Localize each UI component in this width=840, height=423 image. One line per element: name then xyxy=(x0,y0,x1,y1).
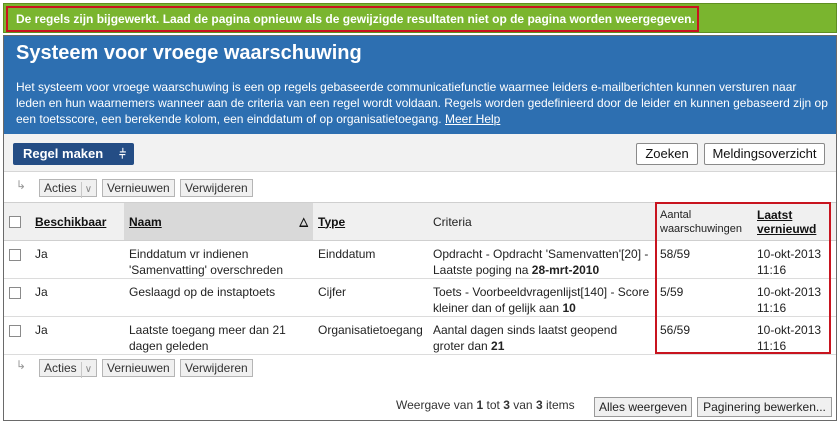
update-notice-bar: De regels zijn bijgewerkt. Laad de pagin… xyxy=(3,3,837,33)
row-criteria: Aantal dagen sinds laatst geopend groter… xyxy=(428,316,655,355)
acties-dropdown-top[interactable]: Acties ∨ xyxy=(39,179,98,198)
refresh-button-bottom[interactable]: Vernieuwen xyxy=(102,359,175,377)
row-last-date: 10-okt-2013 xyxy=(757,247,822,261)
more-help-link[interactable]: Meer Help xyxy=(445,112,500,126)
page-title: Systeem voor vroege waarschuwing xyxy=(16,42,362,64)
row-name[interactable]: Geslaagd op de instaptoets xyxy=(124,278,313,317)
paging-summary: Weergave van 1 tot 3 van 3 items xyxy=(396,398,575,412)
row-last-time: 11:16 xyxy=(757,339,787,353)
row-criteria-text: Toets - Voorbeeldvragenlijst[140] - Scor… xyxy=(433,285,650,315)
paging-total: 3 xyxy=(535,398,543,412)
delete-button-top[interactable]: Verwijderen xyxy=(180,179,253,197)
corner-arrow-icon: ↳ xyxy=(16,178,27,192)
create-rule-button[interactable]: Regel maken ⫩ xyxy=(13,143,134,165)
early-warning-panel: Systeem voor vroege waarschuwing Het sys… xyxy=(3,35,837,421)
chevron-down-icon: ∨ xyxy=(80,182,92,198)
update-notice-text: De regels zijn bijgewerkt. Laad de pagin… xyxy=(6,6,699,32)
row-last-refreshed: 10-okt-2013 11:16 xyxy=(752,316,836,355)
column-type-label: Type xyxy=(318,214,346,229)
row-select-cell xyxy=(4,316,30,355)
acties-dropdown-bottom[interactable]: Acties ∨ xyxy=(39,359,98,378)
row-criteria: Opdracht - Opdracht 'Samenvatten'[20] - … xyxy=(428,240,655,279)
row-available: Ja xyxy=(30,278,124,317)
table-row: Ja Laatste toegang meer dan 21 dagen gel… xyxy=(4,316,836,355)
action-bar-bottom: ↳ Acties ∨ Vernieuwen Verwijderen xyxy=(4,355,836,381)
row-criteria-value: 10 xyxy=(562,301,576,315)
row-checkbox[interactable] xyxy=(9,248,21,261)
row-criteria: Toets - Voorbeeldvragenlijst[140] - Scor… xyxy=(428,278,655,317)
row-criteria-value: 21 xyxy=(491,339,505,353)
row-available: Ja xyxy=(30,316,124,355)
column-criteria-label: Criteria xyxy=(433,214,472,229)
row-checkbox[interactable] xyxy=(9,286,21,299)
intro-text: Het systeem voor vroege waarschuwing is … xyxy=(16,79,828,127)
select-all-cell xyxy=(4,202,30,241)
row-last-date: 10-okt-2013 xyxy=(757,323,822,337)
row-checkbox[interactable] xyxy=(9,324,21,337)
search-button[interactable]: Zoeken xyxy=(636,143,698,165)
column-warnings: Aantal waarschuwingen xyxy=(655,202,752,241)
chevron-down-icon: ⫩ xyxy=(119,147,126,161)
acties-label: Acties xyxy=(44,181,77,195)
row-warnings: 56/59 xyxy=(655,316,752,355)
select-all-checkbox[interactable] xyxy=(9,216,21,229)
column-type[interactable]: Type xyxy=(313,202,428,241)
edit-paging-button[interactable]: Paginering bewerken... xyxy=(697,397,832,417)
row-criteria-value: 28-mrt-2010 xyxy=(531,263,600,277)
row-name[interactable]: Einddatum vr indienen 'Samenvatting' ove… xyxy=(124,240,313,279)
column-last-refreshed[interactable]: Laatst vernieuwd xyxy=(752,202,836,241)
row-last-refreshed: 10-okt-2013 11:16 xyxy=(752,278,836,317)
rules-table: Beschikbaar Naam △ Type Criteria Aantal w… xyxy=(4,202,836,355)
row-warnings: 58/59 xyxy=(655,240,752,279)
paging-from: 1 xyxy=(476,398,484,412)
notification-overview-button[interactable]: Meldingsoverzicht xyxy=(704,143,825,165)
column-name[interactable]: Naam △ xyxy=(124,202,313,241)
row-available: Ja xyxy=(30,240,124,279)
main-toolbar: Regel maken ⫩ Zoeken Meldingsoverzicht xyxy=(4,134,836,172)
refresh-button-top[interactable]: Vernieuwen xyxy=(102,179,175,197)
column-last-line1: Laatst xyxy=(757,207,793,222)
column-available[interactable]: Beschikbaar xyxy=(30,202,124,241)
row-last-refreshed: 10-okt-2013 11:16 xyxy=(752,240,836,279)
intro-description: Het systeem voor vroege waarschuwing is … xyxy=(16,80,828,126)
row-last-time: 11:16 xyxy=(757,301,787,315)
paging-to-word: tot xyxy=(486,398,500,412)
paging-of-word: van xyxy=(513,398,533,412)
delete-button-bottom[interactable]: Verwijderen xyxy=(180,359,253,377)
paging-items-word: items xyxy=(545,398,575,412)
create-rule-label: Regel maken xyxy=(23,146,104,161)
corner-arrow-icon: ↳ xyxy=(16,358,27,372)
action-bar-top: ↳ Acties ∨ Vernieuwen Verwijderen xyxy=(4,175,836,201)
row-select-cell xyxy=(4,278,30,317)
chevron-down-icon: ∨ xyxy=(80,362,92,378)
column-warnings-line2: waarschuwingen xyxy=(660,222,742,235)
column-criteria: Criteria xyxy=(428,202,655,241)
row-last-date: 10-okt-2013 xyxy=(757,285,822,299)
acties-label: Acties xyxy=(44,361,77,375)
row-type: Einddatum xyxy=(313,240,428,279)
row-select-cell xyxy=(4,240,30,279)
column-name-label: Naam xyxy=(129,214,162,229)
row-last-time: 11:16 xyxy=(757,263,787,277)
row-criteria-text: Aantal dagen sinds laatst geopend groter… xyxy=(433,323,618,353)
column-available-label: Beschikbaar xyxy=(35,214,107,229)
paging-prefix: Weergave van xyxy=(396,398,474,412)
table-row: Ja Einddatum vr indienen 'Samenvatting' … xyxy=(4,240,836,279)
column-warnings-line1: Aantal xyxy=(660,208,692,221)
show-all-button[interactable]: Alles weergeven xyxy=(594,397,692,417)
row-type: Organisatietoegang xyxy=(313,316,428,355)
row-name[interactable]: Laatste toegang meer dan 21 dagen gelede… xyxy=(124,316,313,355)
table-header-row: Beschikbaar Naam △ Type Criteria Aantal w… xyxy=(4,202,836,241)
sort-ascending-icon: △ xyxy=(299,215,308,228)
paging-to: 3 xyxy=(503,398,510,412)
page-header: Systeem voor vroege waarschuwing Het sys… xyxy=(4,36,836,134)
row-warnings: 5/59 xyxy=(655,278,752,317)
row-type: Cijfer xyxy=(313,278,428,317)
table-row: Ja Geslaagd op de instaptoets Cijfer Toe… xyxy=(4,278,836,317)
column-last-line2: vernieuwd xyxy=(757,221,817,236)
